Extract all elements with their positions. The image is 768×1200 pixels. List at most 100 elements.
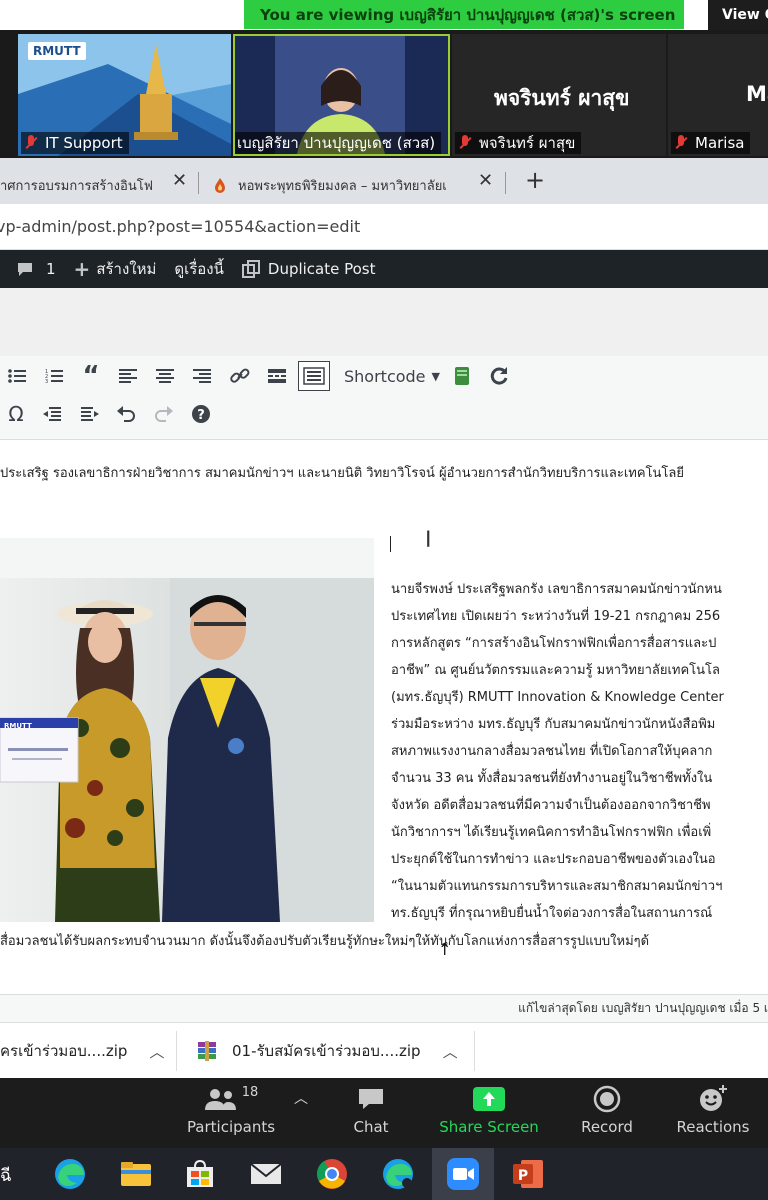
- body-line: (มทร.ธัญบุรี) RMUTT Innovation & Knowled…: [391, 690, 724, 705]
- edge-icon[interactable]: [48, 1154, 92, 1194]
- participant-name: Marisa: [695, 134, 745, 152]
- powerpoint-icon[interactable]: P: [506, 1154, 550, 1194]
- undo-icon[interactable]: [112, 400, 140, 428]
- post-content-area[interactable]: ประเสริฐ รองเลขาธิการฝ่ายวิชาการ สมาคมนั…: [0, 440, 768, 1000]
- body-line: อาชีพ” ณ ศูนย์นวัตกรรมและความรู้ มหาวิทย…: [391, 663, 720, 678]
- participants-button[interactable]: 18 Participants: [176, 1082, 286, 1144]
- mouse-pointer-icon: ↑: [438, 940, 452, 959]
- video-tile-it-support[interactable]: RMUTT IT Support: [18, 34, 231, 156]
- refresh-icon[interactable]: [485, 362, 513, 390]
- body-line: ประยุกต์ใช้ในการทำข่าว และประกอบอาชีพของ…: [391, 852, 716, 867]
- browser-tab[interactable]: หอพระพุทธพิริยมงคล – มหาวิทยาลัยเ: [212, 166, 474, 204]
- share-screen-button[interactable]: Share Screen: [434, 1082, 544, 1144]
- participants-count: 18: [241, 1084, 259, 1100]
- file-explorer-icon[interactable]: [114, 1154, 158, 1194]
- mic-muted-icon: [23, 134, 39, 152]
- record-button[interactable]: Record: [552, 1082, 662, 1144]
- editor-toolbar: 123 “ Shortcode ▼ Ω ?: [0, 356, 768, 440]
- rmutt-logo: RMUTT: [28, 42, 86, 60]
- svg-text:?: ?: [197, 408, 205, 423]
- duplicate-post-label: Duplicate Post: [267, 260, 376, 278]
- mail-icon[interactable]: [244, 1154, 288, 1194]
- plus-icon: +: [73, 257, 91, 281]
- body-line: ร่วมมือระหว่าง มทร.ธัญบุรี กับสมาคมนักข่…: [391, 717, 716, 732]
- blockquote-icon[interactable]: “: [77, 361, 105, 391]
- last-edited-text: แก้ไขล่าสุดโดย เบญสิรัยา ปานปุญญเดช เมื่…: [518, 1001, 768, 1015]
- chevron-up-icon[interactable]: ︿: [443, 1041, 458, 1062]
- special-character-icon[interactable]: Ω: [2, 400, 30, 428]
- download-item[interactable]: 01-รับสมัครเข้าร่วมอบ....zip ︿: [196, 1033, 466, 1069]
- downloads-bar: ครเข้าร่วมอบ....zip ︿ 01-รับสมัครเข้าร่ว…: [0, 1022, 768, 1078]
- share-screen-label: Share Screen: [439, 1118, 539, 1136]
- post-photo[interactable]: RMUTT: [0, 538, 374, 922]
- participant-display-name: Ma: [746, 82, 768, 106]
- mic-muted-icon: [673, 134, 689, 152]
- zoom-app-icon[interactable]: [432, 1148, 494, 1200]
- close-tab-icon[interactable]: ✕: [478, 170, 493, 191]
- download-item[interactable]: ครเข้าร่วมอบ....zip ︿: [0, 1033, 164, 1069]
- tab-title: าศการอบรมการสร้างอินโฟ: [0, 178, 153, 194]
- duplicate-icon: [241, 260, 260, 278]
- align-center-icon[interactable]: [151, 362, 179, 390]
- body-line: จำนวน 33 คน ทั้งสื่อมวลชนที่ยังทำงานอยู่…: [391, 771, 713, 786]
- insert-link-icon[interactable]: [226, 362, 254, 390]
- reactions-button[interactable]: Reactions: [658, 1082, 768, 1144]
- new-tab-button[interactable]: +: [525, 166, 545, 194]
- chrome-icon[interactable]: [310, 1154, 354, 1194]
- redo-icon[interactable]: [150, 400, 178, 428]
- chevron-up-icon[interactable]: ︿: [149, 1041, 164, 1062]
- video-tile-active-speaker[interactable]: เบญสิรัยา ปานปุญญเดช (สวส): [233, 34, 450, 156]
- outdent-icon[interactable]: [38, 400, 66, 428]
- indent-icon[interactable]: [76, 400, 104, 428]
- tile-name-label: IT Support: [21, 132, 129, 154]
- dropdown-arrow-icon: ▼: [431, 369, 440, 383]
- text-cursor: [390, 536, 391, 552]
- body-line: สื่อมวลชนได้รับผลกระทบจำนวนมาก ดังนั้นจึ…: [0, 934, 650, 949]
- body-line: นักวิชาการฯ ได้เรียนรู้เทคนิคการทำอินโฟก…: [391, 825, 712, 840]
- read-more-icon[interactable]: [263, 362, 291, 390]
- numbered-list-icon[interactable]: 123: [40, 362, 68, 390]
- align-left-icon[interactable]: [114, 362, 142, 390]
- comments-count: 1: [46, 260, 56, 278]
- video-tile-marisa[interactable]: Ma Marisa: [668, 34, 768, 156]
- body-line: จังหวัด อดีตสื่อมวลชนที่มีความจำเป็นต้อง…: [391, 798, 711, 813]
- participants-options-chevron-icon[interactable]: ︿: [294, 1088, 308, 1108]
- comment-bubble-icon: [18, 263, 32, 276]
- record-label: Record: [581, 1118, 633, 1136]
- duplicate-post-button[interactable]: Duplicate Post: [241, 260, 376, 278]
- reactions-icon: [698, 1084, 728, 1114]
- shortcode-dropdown[interactable]: Shortcode ▼: [344, 362, 440, 390]
- body-line: ทร.ธัญบุรี ที่กรุณาหยิบยื่นน้ำใจต่อวงการ…: [391, 906, 713, 921]
- shortcode-label: Shortcode: [344, 366, 426, 386]
- view-post-button[interactable]: ดูเรื่องนี้: [174, 257, 224, 281]
- download-divider: [176, 1031, 177, 1071]
- chat-button[interactable]: Chat: [316, 1082, 426, 1144]
- view-post-label: ดูเรื่องนี้: [174, 260, 224, 278]
- toolbar-toggle-icon[interactable]: [298, 361, 330, 391]
- editor-status-bar: แก้ไขล่าสุดโดย เบญสิรัยา ปานปุญญเดช เมื่…: [0, 994, 768, 1022]
- green-book-icon[interactable]: [448, 362, 476, 390]
- tile-name-label: พจรินทร์ ผาสุข: [455, 132, 582, 154]
- close-tab-icon[interactable]: ✕: [172, 170, 187, 191]
- bullet-list-icon[interactable]: [3, 362, 31, 390]
- participant-display-name: พจรินทร์ ผาสุข: [494, 86, 630, 110]
- body-line: “ในนามตัวแทนกรรมการบริหารและสมาชิกสมาคมน…: [391, 879, 723, 894]
- video-tile-pojarin[interactable]: พจรินทร์ ผาสุข พจรินทร์ ผาสุข: [452, 34, 666, 156]
- wp-admin-bar: 1 + สร้างใหม่ ดูเรื่องนี้ Duplicate Post: [0, 250, 768, 288]
- new-content-button[interactable]: + สร้างใหม่: [74, 257, 157, 281]
- address-bar[interactable]: vp-admin/post.php?post=10554&action=edit: [0, 204, 768, 250]
- view-options-button[interactable]: View O: [708, 0, 768, 30]
- microsoft-store-icon[interactable]: [178, 1154, 222, 1194]
- tab-title: หอพระพุทธพิริยมงคล – มหาวิทยาลัยเ: [238, 178, 447, 194]
- viewing-banner: You are viewing เบญสิรัยา ปานปุญญเดช (สว…: [244, 0, 684, 29]
- share-screen-icon: [473, 1084, 505, 1114]
- help-icon[interactable]: ?: [187, 400, 215, 428]
- body-line: การหลักสูตร “การสร้างอินโฟกราฟฟิกเพื่อกา…: [391, 636, 717, 651]
- align-right-icon[interactable]: [188, 362, 216, 390]
- edge-beta-icon[interactable]: [376, 1154, 420, 1194]
- certificate-logo-text: RMUTT: [4, 722, 32, 730]
- participant-name: เบญสิรัยา ปานปุญญเดช (สวส): [237, 134, 436, 152]
- comments-button[interactable]: 1: [16, 260, 56, 278]
- browser-tab[interactable]: าศการอบรมการสร้างอินโฟ: [0, 166, 170, 204]
- new-content-label: สร้างใหม่: [96, 260, 157, 278]
